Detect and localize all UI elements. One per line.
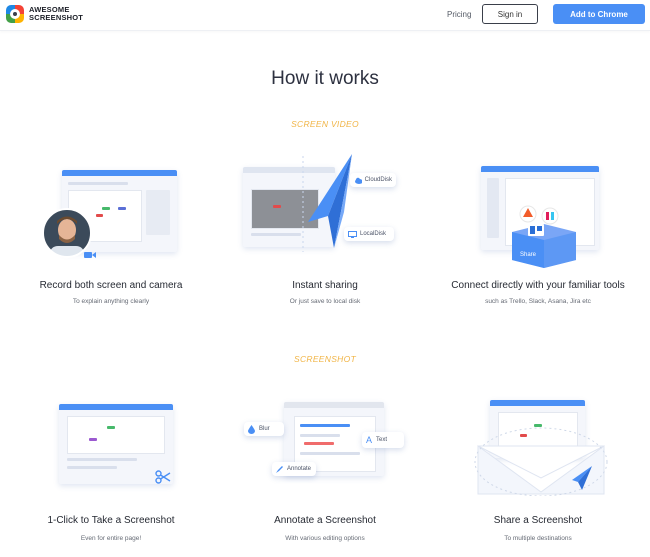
cloud-disk-badge: CloudDisk bbox=[350, 173, 396, 187]
page-title: How it works bbox=[271, 68, 379, 89]
pen-icon bbox=[276, 466, 283, 473]
instant-sharing-illustration: CloudDisk LocalDisk bbox=[240, 152, 400, 262]
blur-tool-badge: Blur bbox=[244, 422, 284, 436]
annotate-label: Annotate bbox=[287, 466, 312, 472]
monitor-icon bbox=[348, 230, 357, 238]
add-to-chrome-button[interactable]: Add to Chrome bbox=[553, 4, 645, 24]
feature-title-share: Share a Screenshot bbox=[493, 515, 583, 526]
annotate-illustration: Blur A Text Annotate bbox=[242, 400, 412, 496]
cloud-disk-label: CloudDisk bbox=[364, 177, 392, 183]
integrations-illustration: Share bbox=[478, 164, 603, 269]
share-screenshot-illustration bbox=[470, 398, 610, 498]
paper-plane-icon bbox=[302, 154, 352, 252]
local-disk-badge: LocalDisk bbox=[344, 227, 394, 241]
feature-title-sharing: Instant sharing bbox=[292, 280, 358, 291]
top-nav: AWESOME SCREENSHOT Pricing Sign in Add t… bbox=[0, 0, 650, 31]
blur-label: Blur bbox=[259, 426, 270, 432]
sign-in-button[interactable]: Sign in bbox=[482, 4, 538, 24]
one-click-screenshot-illustration bbox=[55, 402, 180, 492]
pricing-link[interactable]: Pricing bbox=[447, 10, 471, 19]
annotate-tool-badge: Annotate bbox=[272, 462, 316, 476]
feature-title-one-click: 1-Click to Take a Screenshot bbox=[47, 515, 175, 526]
envelope-icon bbox=[474, 427, 608, 496]
awesome-screenshot-logo-icon bbox=[6, 5, 24, 23]
feature-subtitle-sharing: Or just save to local disk bbox=[289, 298, 361, 305]
blur-drop-icon bbox=[248, 424, 255, 434]
feature-subtitle-annotate: With various editing options bbox=[285, 535, 365, 542]
feature-subtitle-share: To multiple destinations bbox=[504, 535, 572, 542]
record-screen-illustration bbox=[40, 168, 180, 263]
tools-box-icon: Share bbox=[512, 205, 576, 268]
feature-title-record: Record both screen and camera bbox=[39, 280, 183, 291]
logo-text: AWESOME SCREENSHOT bbox=[29, 6, 83, 22]
feature-subtitle-one-click: Even for entire page! bbox=[80, 535, 142, 542]
text-tool-label: Text bbox=[376, 437, 388, 443]
feature-title-integrations: Connect directly with your familiar tool… bbox=[451, 280, 625, 291]
share-box-label: Share bbox=[520, 252, 537, 258]
video-camera-icon bbox=[84, 252, 96, 258]
logo[interactable]: AWESOME SCREENSHOT bbox=[6, 5, 83, 23]
text-tool-icon: A bbox=[366, 435, 373, 445]
feature-title-annotate: Annotate a Screenshot bbox=[274, 515, 376, 526]
local-disk-label: LocalDisk bbox=[360, 231, 387, 237]
logo-line-2: SCREENSHOT bbox=[29, 13, 84, 22]
text-tool-badge: A Text bbox=[362, 432, 404, 448]
feature-subtitle-integrations: such as Trello, Slack, Asana, Jira etc bbox=[485, 298, 591, 305]
cloud-icon bbox=[355, 177, 362, 184]
feature-subtitle-record: To explain anything clearly bbox=[72, 298, 150, 305]
section-label-screen-video: SCREEN VIDEO bbox=[291, 119, 359, 129]
section-label-screenshot: SCREENSHOT bbox=[293, 354, 357, 364]
scissors-icon bbox=[155, 470, 171, 484]
